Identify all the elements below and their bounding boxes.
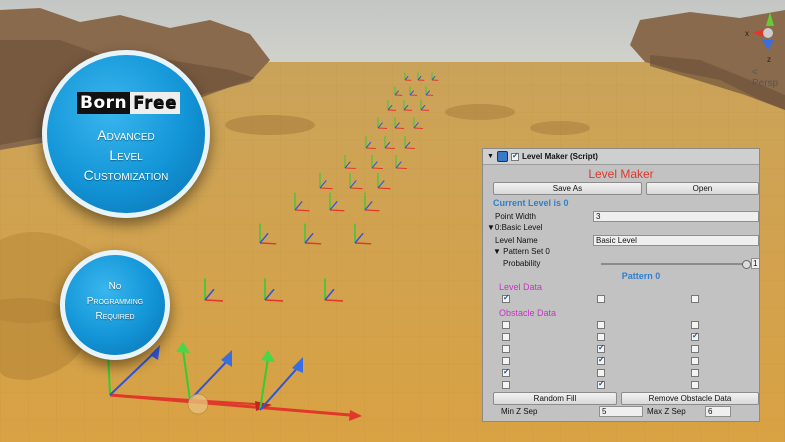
level-name-row: Level Name Basic Level [483,234,759,246]
max-z-field[interactable]: 6 [705,405,731,417]
level-data-row [483,293,759,305]
save-as-button[interactable]: Save As [493,182,642,195]
obstacle-data-checkbox[interactable] [597,379,605,389]
fill-buttons: Random Fill Remove Obstacle Data [483,392,759,405]
bubble2-line: No [108,281,122,292]
no-programming-bubble: No Programming Required [60,250,170,360]
file-buttons: Save As Open [483,182,759,195]
obstacle-data-checkbox[interactable] [691,357,699,365]
current-level-label: Current Level is 0 [493,198,569,208]
obstacle-data-row [483,379,759,391]
obstacle-data-checkbox[interactable] [597,355,605,365]
level-data-grid [483,293,759,305]
obstacle-data-checkbox[interactable] [691,381,699,389]
obstacle-data-checkbox[interactable] [597,369,605,377]
component-header[interactable]: ▼ Level Maker (Script) [483,149,759,165]
component-enabled-checkbox[interactable] [510,151,519,161]
level-data-checkbox[interactable] [502,293,510,303]
level-data-checkbox[interactable] [691,295,699,303]
level-name-label: Level Name [495,235,538,245]
bubble2-line: Programming [86,296,144,307]
point-width-label: Point Width [495,211,536,221]
max-z-label: Max Z Sep [647,406,686,416]
obstacle-data-checkbox[interactable] [502,367,510,377]
level-data-label: Level Data [499,282,543,292]
obstacle-data-row [483,343,759,355]
obstacle-data-row [483,355,759,367]
obstacle-data-row [483,367,759,379]
open-button[interactable]: Open [645,182,759,195]
script-icon [496,151,508,162]
obstacle-data-checkbox[interactable] [691,331,699,341]
point-width-row: Point Width 3 [483,210,759,222]
obstacle-data-checkbox[interactable] [502,381,510,389]
level-foldout[interactable]: ▼0:Basic Level [483,222,759,234]
obstacle-data-checkbox[interactable] [502,357,510,365]
probability-label: Probability [503,259,541,268]
obstacle-data-row [483,331,759,343]
pattern-set-label: Pattern Set 0 [503,247,550,256]
min-z-field[interactable]: 5 [599,405,643,417]
pattern-title: Pattern 0 [621,271,661,281]
bubble1-text: Advanced Level Customization [47,125,205,185]
bornfree-logo: Born Free [77,92,181,114]
random-fill-button[interactable]: Random Fill [493,392,618,405]
component-title: Level Maker (Script) [521,152,598,161]
svg-text:x: x [745,29,749,38]
probability-slider-handle[interactable] [742,260,751,269]
obstacle-data-grid [483,319,759,391]
obstacle-data-checkbox[interactable] [691,345,699,353]
obstacle-data-checkbox[interactable] [597,321,605,329]
obstacle-data-row [483,319,759,331]
obstacle-data-checkbox[interactable] [691,369,699,377]
pattern-set-foldout[interactable]: ▼ Pattern Set 0 [483,246,759,258]
min-z-label: Min Z Sep [501,406,538,416]
probability-field[interactable]: 1 [751,258,759,269]
bubble2-text: No Programming Required [65,279,165,324]
perspective-label[interactable]: < Persp [752,67,785,89]
ground-shadow [225,115,315,135]
probability-slider-track[interactable] [601,263,746,265]
obstacle-data-checkbox[interactable] [502,333,510,341]
foldout-arrow-icon[interactable]: ▼ [487,153,494,160]
bubble2-line: Required [95,311,135,322]
advanced-customization-bubble: Born Free Advanced Level Customization [42,50,210,218]
level-data-checkbox[interactable] [597,295,605,303]
remove-obstacle-data-button[interactable]: Remove Obstacle Data [621,392,759,405]
level-foldout-label: 0:Basic Level [494,223,543,232]
z-sep-row: Min Z Sep 5 Max Z Sep 6 [483,405,759,417]
obstacle-data-label: Obstacle Data [499,308,557,318]
level-maker-inspector: ▼ Level Maker (Script) Level Maker Save … [482,148,760,422]
level-name-field[interactable]: Basic Level [593,234,759,246]
obstacle-data-checkbox[interactable] [502,321,510,329]
obstacle-data-checkbox[interactable] [597,333,605,341]
probability-row: Probability 1 [483,258,759,270]
obstacle-data-checkbox[interactable] [691,321,699,329]
ground-shadow [445,104,515,120]
bubble1-line: Advanced [97,127,155,143]
ground-shadow [530,121,590,135]
point-width-field[interactable]: 3 [593,210,759,222]
bubble1-line: Level [109,147,143,163]
svg-text:z: z [767,55,771,64]
level-maker-title: Level Maker [588,167,654,181]
obstacle-data-checkbox[interactable] [597,343,605,353]
bubble1-line: Customization [83,167,169,183]
obstacle-data-checkbox[interactable] [502,345,510,353]
